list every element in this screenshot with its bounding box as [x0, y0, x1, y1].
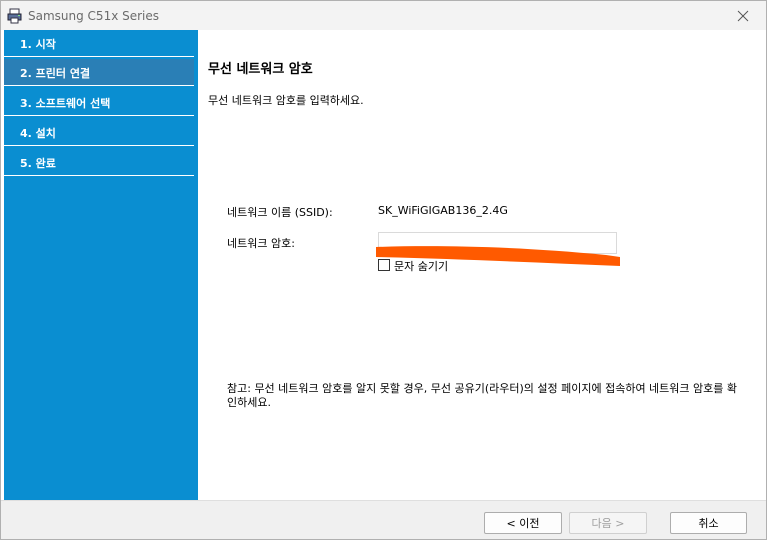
step-install: 4. 설치 [4, 119, 194, 146]
printer-app-icon [7, 8, 23, 24]
title-bar: Samsung C51x Series [1, 1, 766, 30]
cancel-button[interactable]: 취소 [670, 512, 747, 534]
close-icon [737, 10, 749, 21]
back-button[interactable]: < 이전 [484, 512, 562, 534]
step-start: 1. 시작 [4, 30, 194, 57]
instruction-text: 무선 네트워크 암호를 입력하세요. [208, 94, 364, 107]
next-button[interactable]: 다음 > [569, 512, 647, 534]
step-label: 4. 설치 [20, 127, 56, 140]
ssid-label: 네트워크 이름 (SSID): [227, 206, 333, 219]
step-finish: 5. 완료 [4, 149, 194, 176]
step-printer-connection: 2. 프린터 연결 [4, 59, 194, 86]
step-software-selection: 3. 소프트웨어 선택 [4, 89, 194, 116]
button-bar: < 이전 다음 > 취소 [1, 500, 766, 539]
page-title: 무선 네트워크 암호 [208, 62, 313, 77]
password-label: 네트워크 암호: [227, 237, 295, 250]
note-text: 참고: 무선 네트워크 암호를 알지 못할 경우, 무선 공유기(라우터)의 설… [227, 382, 738, 409]
ssid-value: SK_WiFiGIGAB136_2.4G [378, 204, 508, 217]
installer-window: Samsung C51x Series 1. 시작 2. 프린터 연결 3. 소… [0, 0, 767, 540]
window-title: Samsung C51x Series [28, 9, 160, 23]
wizard-content: 무선 네트워크 암호 무선 네트워크 암호를 입력하세요. 네트워크 이름 (S… [198, 30, 766, 500]
redaction-mark [376, 246, 620, 266]
step-label: 5. 완료 [20, 157, 56, 170]
step-label: 3. 소프트웨어 선택 [20, 97, 111, 110]
steps-sidebar: 1. 시작 2. 프린터 연결 3. 소프트웨어 선택 4. 설치 5. 완료 [4, 30, 198, 500]
close-button[interactable] [720, 1, 766, 30]
step-label: 2. 프린터 연결 [20, 67, 91, 80]
step-label: 1. 시작 [20, 38, 56, 51]
